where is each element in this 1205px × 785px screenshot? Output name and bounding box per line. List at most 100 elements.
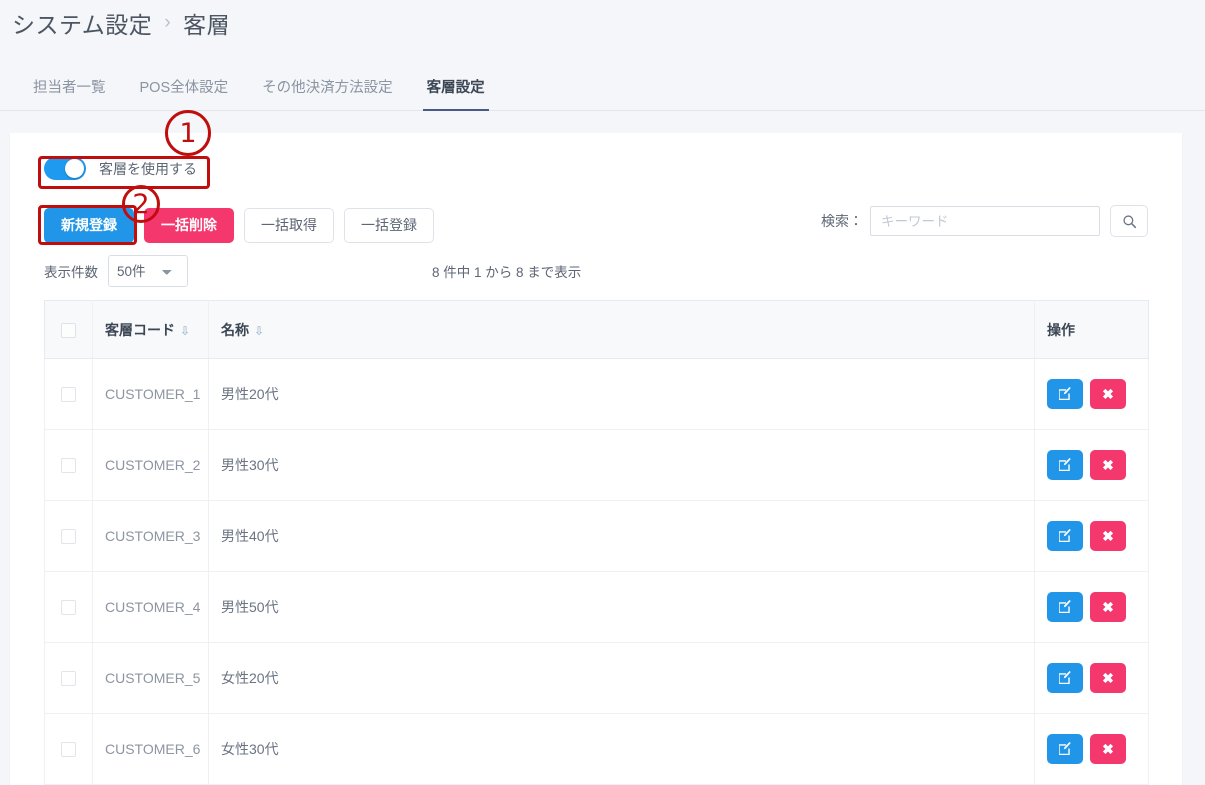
cell-operations: ✖ [1034,358,1149,430]
edit-row-button[interactable] [1047,592,1083,622]
cell-operations: ✖ [1034,713,1149,785]
page-root: システム設定 › 客層 担当者一覧 POS全体設定 その他決済方法設定 客層設定… [0,0,1205,785]
table-body: CUSTOMER_1 男性20代 ✖ CUSTOMER_2 男性30代 ✖ CUSTOMER… [44,358,1149,785]
table-row: CUSTOMER_3 男性40代 ✖ [44,500,1149,572]
tab-pos-settings[interactable]: POS全体設定 [123,68,246,111]
cell-name: 女性20代 [208,642,1035,714]
search-input[interactable] [870,206,1100,236]
delete-row-button[interactable]: ✖ [1090,379,1126,409]
row-checkbox[interactable] [61,458,76,474]
toggle-knob [65,159,84,178]
search-label: 検索： [821,213,863,229]
table-header-row: 客層コード ⇩ 名称 ⇩ 操作 [44,300,1149,359]
row-select-cell [44,358,93,430]
row-checkbox[interactable] [61,671,76,687]
search-area: 検索： [821,205,1148,237]
row-checkbox[interactable] [61,600,76,616]
bulk-fetch-button[interactable]: 一括取得 [244,208,334,244]
header-name[interactable]: 名称 ⇩ [208,300,1035,359]
edit-row-button[interactable] [1047,379,1083,409]
bulk-delete-button[interactable]: 一括削除 [144,208,234,244]
table-row: CUSTOMER_4 男性50代 ✖ [44,571,1149,643]
sort-chevron-icon[interactable]: ⇩ [180,324,190,338]
row-select-cell [44,429,93,501]
edit-icon [1059,458,1071,471]
cell-customer-code: CUSTOMER_5 [92,642,209,714]
display-count-label: 表示件数 [44,265,98,280]
row-select-cell [44,571,93,643]
use-customer-segment-toggle-row: 客層を使用する [44,157,197,180]
row-action-group: ✖ [1047,379,1136,409]
row-checkbox[interactable] [61,387,76,403]
table-row: CUSTOMER_2 男性30代 ✖ [44,429,1149,501]
tab-staff-list[interactable]: 担当者一覧 [16,68,123,111]
cell-name: 女性30代 [208,713,1035,785]
cell-customer-code: CUSTOMER_1 [92,358,209,430]
toggle-label: 客層を使用する [99,160,197,177]
customer-segment-table: 客層コード ⇩ 名称 ⇩ 操作 CUSTOMER_1 男性20代 ✖ CUSTOMER_2… [44,300,1149,785]
delete-row-button[interactable]: ✖ [1090,734,1126,764]
edit-icon [1059,387,1071,400]
close-icon: ✖ [1102,456,1114,473]
row-action-group: ✖ [1047,450,1136,480]
delete-row-button[interactable]: ✖ [1090,592,1126,622]
cell-name: 男性50代 [208,571,1035,643]
row-select-cell [44,713,93,785]
breadcrumb-separator-icon: › [164,12,172,33]
content-card: 客層を使用する 新規登録 一括削除 一括取得 一括登録 検索： 表示件数 50件 [10,133,1182,785]
delete-row-button[interactable]: ✖ [1090,663,1126,693]
cell-customer-code: CUSTOMER_4 [92,571,209,643]
customer-segment-table-wrap: 客層コード ⇩ 名称 ⇩ 操作 CUSTOMER_1 男性20代 ✖ CUSTOMER_2… [44,300,1149,785]
header-operations: 操作 [1034,300,1149,359]
row-action-group: ✖ [1047,734,1136,764]
tab-other-payment-settings[interactable]: その他決済方法設定 [245,68,410,111]
sort-chevron-icon[interactable]: ⇩ [254,324,264,338]
tab-bar: 担当者一覧 POS全体設定 その他決済方法設定 客層設定 [0,68,1205,111]
edit-row-button[interactable] [1047,450,1083,480]
cell-customer-code: CUSTOMER_6 [92,713,209,785]
edit-icon [1059,742,1071,755]
edit-row-button[interactable] [1047,663,1083,693]
delete-row-button[interactable]: ✖ [1090,450,1126,480]
close-icon: ✖ [1102,740,1114,757]
row-select-cell [44,500,93,572]
header-customer-code[interactable]: 客層コード ⇩ [92,300,209,359]
table-head: 客層コード ⇩ 名称 ⇩ 操作 [44,300,1149,359]
close-icon: ✖ [1102,527,1114,544]
cell-name: 男性30代 [208,429,1035,501]
breadcrumb: システム設定 › 客層 [12,6,230,40]
display-count-select[interactable]: 50件 [108,255,188,287]
delete-row-button[interactable]: ✖ [1090,521,1126,551]
header-name-label: 名称 [221,321,249,338]
cell-customer-code: CUSTOMER_2 [92,429,209,501]
edit-icon [1059,600,1071,613]
cell-operations: ✖ [1034,429,1149,501]
tab-customer-segment-settings[interactable]: 客層設定 [410,68,502,111]
edit-row-button[interactable] [1047,521,1083,551]
display-count-row: 表示件数 50件 8 件中 1 から 8 まで表示 [44,255,1148,287]
search-button[interactable] [1110,205,1148,237]
edit-icon [1059,671,1071,684]
close-icon: ✖ [1102,598,1114,615]
row-action-group: ✖ [1047,663,1136,693]
action-button-row: 新規登録 一括削除 一括取得 一括登録 [44,208,434,244]
row-checkbox[interactable] [61,529,76,545]
cell-customer-code: CUSTOMER_3 [92,500,209,572]
select-all-checkbox[interactable] [61,322,76,338]
row-action-group: ✖ [1047,521,1136,551]
cell-name: 男性20代 [208,358,1035,430]
row-select-cell [44,642,93,714]
breadcrumb-parent[interactable]: システム設定 [12,6,152,40]
edit-row-button[interactable] [1047,734,1083,764]
use-customer-segment-toggle[interactable] [44,157,86,180]
cell-name: 男性40代 [208,500,1035,572]
new-register-button[interactable]: 新規登録 [44,208,134,244]
cell-operations: ✖ [1034,571,1149,643]
search-icon [1122,214,1136,228]
edit-icon [1059,529,1071,542]
row-checkbox[interactable] [61,742,76,758]
bulk-register-button[interactable]: 一括登録 [344,208,434,244]
row-action-group: ✖ [1047,592,1136,622]
cell-operations: ✖ [1034,642,1149,714]
page-title: 客層 [183,12,231,38]
